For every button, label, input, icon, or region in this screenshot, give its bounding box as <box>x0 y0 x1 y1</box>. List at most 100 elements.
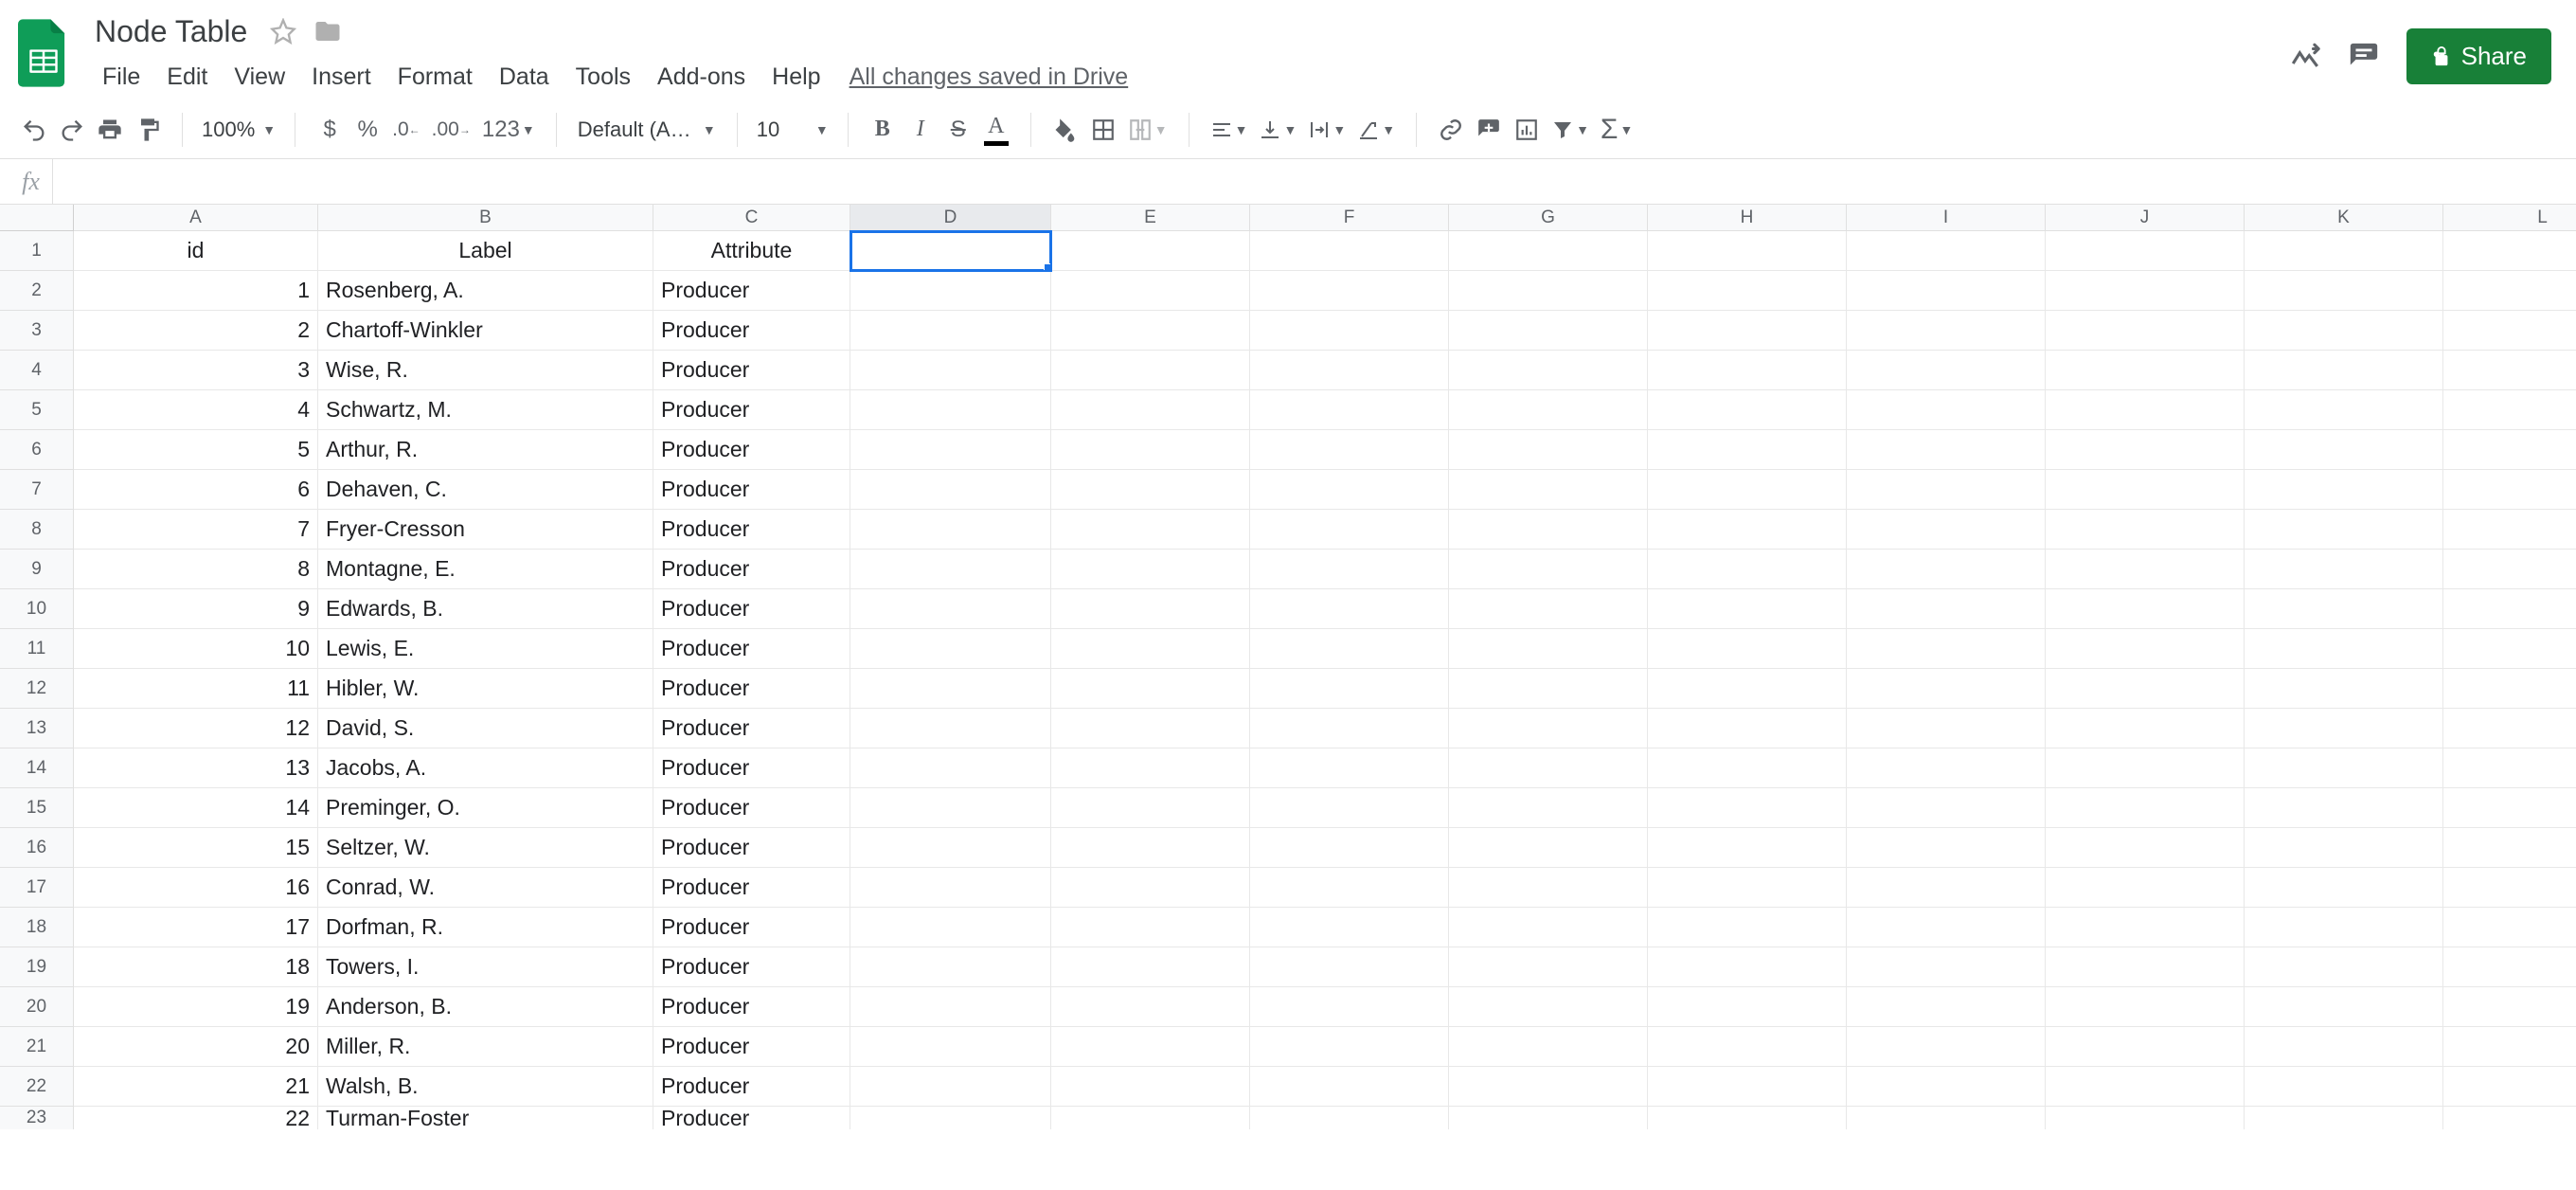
col-header-J[interactable]: J <box>2046 205 2245 231</box>
cell-r17-c9[interactable] <box>1847 868 2046 908</box>
row-header-20[interactable]: 20 <box>0 987 74 1027</box>
cell-r7-c1[interactable]: 6 <box>74 470 318 510</box>
cell-r20-c2[interactable]: Anderson, B. <box>318 987 653 1027</box>
folder-icon[interactable] <box>313 17 342 45</box>
cell-r18-c7[interactable] <box>1449 908 1648 947</box>
cell-r11-c10[interactable] <box>2046 629 2245 669</box>
cell-r23-c8[interactable] <box>1648 1107 1847 1129</box>
cell-r6-c2[interactable]: Arthur, R. <box>318 430 653 470</box>
merge-cells-button[interactable]: ▼ <box>1122 109 1173 151</box>
cell-r21-c8[interactable] <box>1648 1027 1847 1067</box>
cell-r1-c4[interactable] <box>850 231 1051 271</box>
cell-r22-c8[interactable] <box>1648 1067 1847 1107</box>
cell-r1-c8[interactable] <box>1648 231 1847 271</box>
cell-r19-c9[interactable] <box>1847 947 2046 987</box>
cell-r23-c11[interactable] <box>2245 1107 2443 1129</box>
cell-r15-c4[interactable] <box>850 788 1051 828</box>
row-header-17[interactable]: 17 <box>0 868 74 908</box>
cell-r14-c12[interactable] <box>2443 748 2576 788</box>
cell-r3-c8[interactable] <box>1648 311 1847 351</box>
cell-r12-c3[interactable]: Producer <box>653 669 850 709</box>
cell-r3-c7[interactable] <box>1449 311 1648 351</box>
cell-r16-c4[interactable] <box>850 828 1051 868</box>
cell-r12-c2[interactable]: Hibler, W. <box>318 669 653 709</box>
cell-r12-c4[interactable] <box>850 669 1051 709</box>
cell-r17-c7[interactable] <box>1449 868 1648 908</box>
cell-r2-c2[interactable]: Rosenberg, A. <box>318 271 653 311</box>
borders-button[interactable] <box>1084 109 1122 151</box>
cell-r12-c6[interactable] <box>1250 669 1449 709</box>
cell-r5-c5[interactable] <box>1051 390 1250 430</box>
cell-r15-c3[interactable]: Producer <box>653 788 850 828</box>
cell-r6-c12[interactable] <box>2443 430 2576 470</box>
cell-r1-c2[interactable]: Label <box>318 231 653 271</box>
cell-r16-c10[interactable] <box>2046 828 2245 868</box>
cell-r2-c10[interactable] <box>2046 271 2245 311</box>
cell-r14-c6[interactable] <box>1250 748 1449 788</box>
cell-r19-c10[interactable] <box>2046 947 2245 987</box>
cell-r13-c9[interactable] <box>1847 709 2046 748</box>
cell-r12-c1[interactable]: 11 <box>74 669 318 709</box>
cell-r22-c9[interactable] <box>1847 1067 2046 1107</box>
cell-r16-c6[interactable] <box>1250 828 1449 868</box>
cell-r9-c12[interactable] <box>2443 550 2576 589</box>
cell-r11-c7[interactable] <box>1449 629 1648 669</box>
cell-r3-c4[interactable] <box>850 311 1051 351</box>
cell-r6-c6[interactable] <box>1250 430 1449 470</box>
cell-r21-c6[interactable] <box>1250 1027 1449 1067</box>
col-header-E[interactable]: E <box>1051 205 1250 231</box>
col-header-D[interactable]: D <box>850 205 1051 231</box>
fill-color-button[interactable] <box>1046 109 1084 151</box>
cell-r14-c7[interactable] <box>1449 748 1648 788</box>
cell-r10-c1[interactable]: 9 <box>74 589 318 629</box>
menu-insert[interactable]: Insert <box>298 58 385 97</box>
cell-r2-c11[interactable] <box>2245 271 2443 311</box>
cell-r21-c3[interactable]: Producer <box>653 1027 850 1067</box>
cell-r14-c10[interactable] <box>2046 748 2245 788</box>
menu-add-ons[interactable]: Add-ons <box>644 58 759 97</box>
strikethrough-button[interactable]: S <box>939 109 977 151</box>
cell-r19-c3[interactable]: Producer <box>653 947 850 987</box>
cell-r7-c7[interactable] <box>1449 470 1648 510</box>
cell-r8-c2[interactable]: Fryer-Cresson <box>318 510 653 550</box>
cell-r1-c7[interactable] <box>1449 231 1648 271</box>
cell-r21-c7[interactable] <box>1449 1027 1648 1067</box>
cell-r3-c9[interactable] <box>1847 311 2046 351</box>
cell-r2-c4[interactable] <box>850 271 1051 311</box>
paint-format-button[interactable] <box>129 109 167 151</box>
cell-r1-c10[interactable] <box>2046 231 2245 271</box>
cell-r20-c5[interactable] <box>1051 987 1250 1027</box>
row-header-2[interactable]: 2 <box>0 271 74 311</box>
cell-r14-c2[interactable]: Jacobs, A. <box>318 748 653 788</box>
cell-r20-c10[interactable] <box>2046 987 2245 1027</box>
cell-r19-c4[interactable] <box>850 947 1051 987</box>
currency-button[interactable]: $ <box>311 109 349 151</box>
cell-r22-c5[interactable] <box>1051 1067 1250 1107</box>
row-header-5[interactable]: 5 <box>0 390 74 430</box>
cell-r15-c8[interactable] <box>1648 788 1847 828</box>
cell-r3-c5[interactable] <box>1051 311 1250 351</box>
cell-r22-c2[interactable]: Walsh, B. <box>318 1067 653 1107</box>
cell-r6-c5[interactable] <box>1051 430 1250 470</box>
cell-r9-c2[interactable]: Montagne, E. <box>318 550 653 589</box>
cell-r8-c4[interactable] <box>850 510 1051 550</box>
cell-r22-c7[interactable] <box>1449 1067 1648 1107</box>
cell-r15-c6[interactable] <box>1250 788 1449 828</box>
cell-r19-c1[interactable]: 18 <box>74 947 318 987</box>
cell-r9-c10[interactable] <box>2046 550 2245 589</box>
cell-r18-c11[interactable] <box>2245 908 2443 947</box>
cell-r4-c6[interactable] <box>1250 351 1449 390</box>
cell-r8-c1[interactable]: 7 <box>74 510 318 550</box>
decrease-decimal-button[interactable]: .0← <box>386 109 426 151</box>
row-header-23[interactable]: 23 <box>0 1107 74 1129</box>
cell-r2-c7[interactable] <box>1449 271 1648 311</box>
cell-r23-c12[interactable] <box>2443 1107 2576 1129</box>
cell-r5-c10[interactable] <box>2046 390 2245 430</box>
cell-r1-c6[interactable] <box>1250 231 1449 271</box>
menu-help[interactable]: Help <box>759 58 833 97</box>
cell-r23-c5[interactable] <box>1051 1107 1250 1129</box>
cell-r10-c9[interactable] <box>1847 589 2046 629</box>
text-color-button[interactable]: A <box>977 109 1015 151</box>
cell-r19-c11[interactable] <box>2245 947 2443 987</box>
row-header-11[interactable]: 11 <box>0 629 74 669</box>
